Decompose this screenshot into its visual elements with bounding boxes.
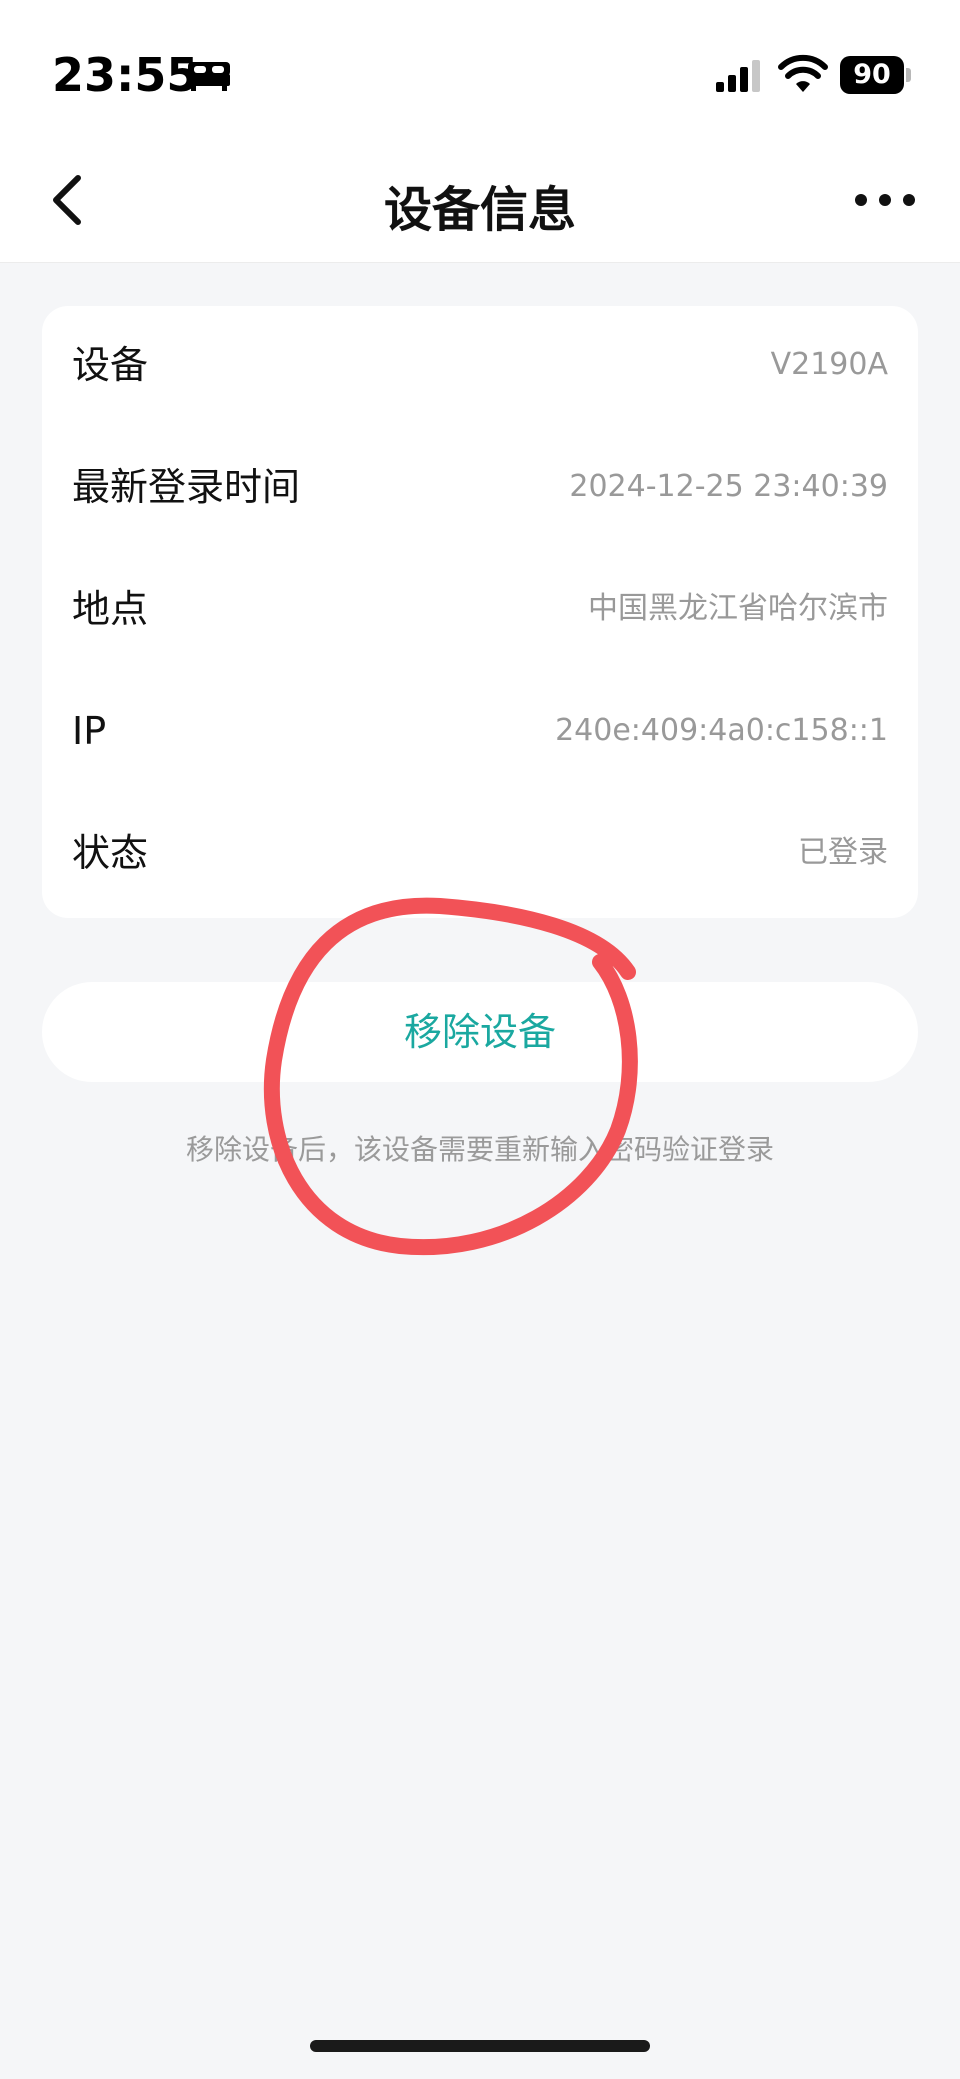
- row-label: 最新登录时间: [72, 465, 301, 509]
- remove-hint: 移除设备后，该设备需要重新输入密码验证登录: [185, 1133, 774, 1166]
- row-label: 地点: [72, 587, 149, 631]
- cellular-signal-icon: [716, 60, 760, 92]
- home-indicator[interactable]: [310, 2040, 650, 2052]
- row-value: 中国黑龙江省哈尔滨市: [588, 591, 888, 626]
- info-row-status: 状态 已登录: [72, 818, 888, 888]
- row-label: 状态: [72, 831, 149, 875]
- status-bar: 23:55 90: [0, 0, 960, 150]
- row-value: 已登录: [798, 835, 888, 870]
- battery-indicator: 90: [840, 56, 911, 94]
- battery-tip: [906, 68, 911, 82]
- chevron-left-icon[interactable]: [40, 170, 100, 230]
- row-value: V2190A: [770, 347, 888, 382]
- info-row-ip: IP 240e:409:4a0:c158::1: [72, 696, 888, 766]
- row-value: 240e:409:4a0:c158::1: [555, 713, 888, 748]
- bed-icon: [188, 62, 230, 91]
- row-label: 设备: [72, 343, 149, 387]
- nav-bar: 设备信息: [0, 150, 960, 263]
- page-title: 设备信息: [383, 182, 576, 238]
- device-info-card: 设备 V2190A 最新登录时间 2024-12-25 23:40:39 地点 …: [42, 306, 918, 918]
- wifi-icon: [778, 54, 828, 92]
- info-row-last-login: 最新登录时间 2024-12-25 23:40:39: [72, 452, 888, 522]
- remove-device-button[interactable]: 移除设备: [42, 982, 918, 1082]
- battery-level: 90: [840, 56, 904, 94]
- info-row-device: 设备 V2190A: [72, 330, 888, 400]
- status-time: 23:55: [52, 48, 199, 102]
- remove-device-label: 移除设备: [403, 1010, 556, 1054]
- row-label: IP: [72, 709, 107, 753]
- info-row-location: 地点 中国黑龙江省哈尔滨市: [72, 574, 888, 644]
- row-value: 2024-12-25 23:40:39: [569, 469, 888, 504]
- more-dots-icon[interactable]: [852, 180, 918, 220]
